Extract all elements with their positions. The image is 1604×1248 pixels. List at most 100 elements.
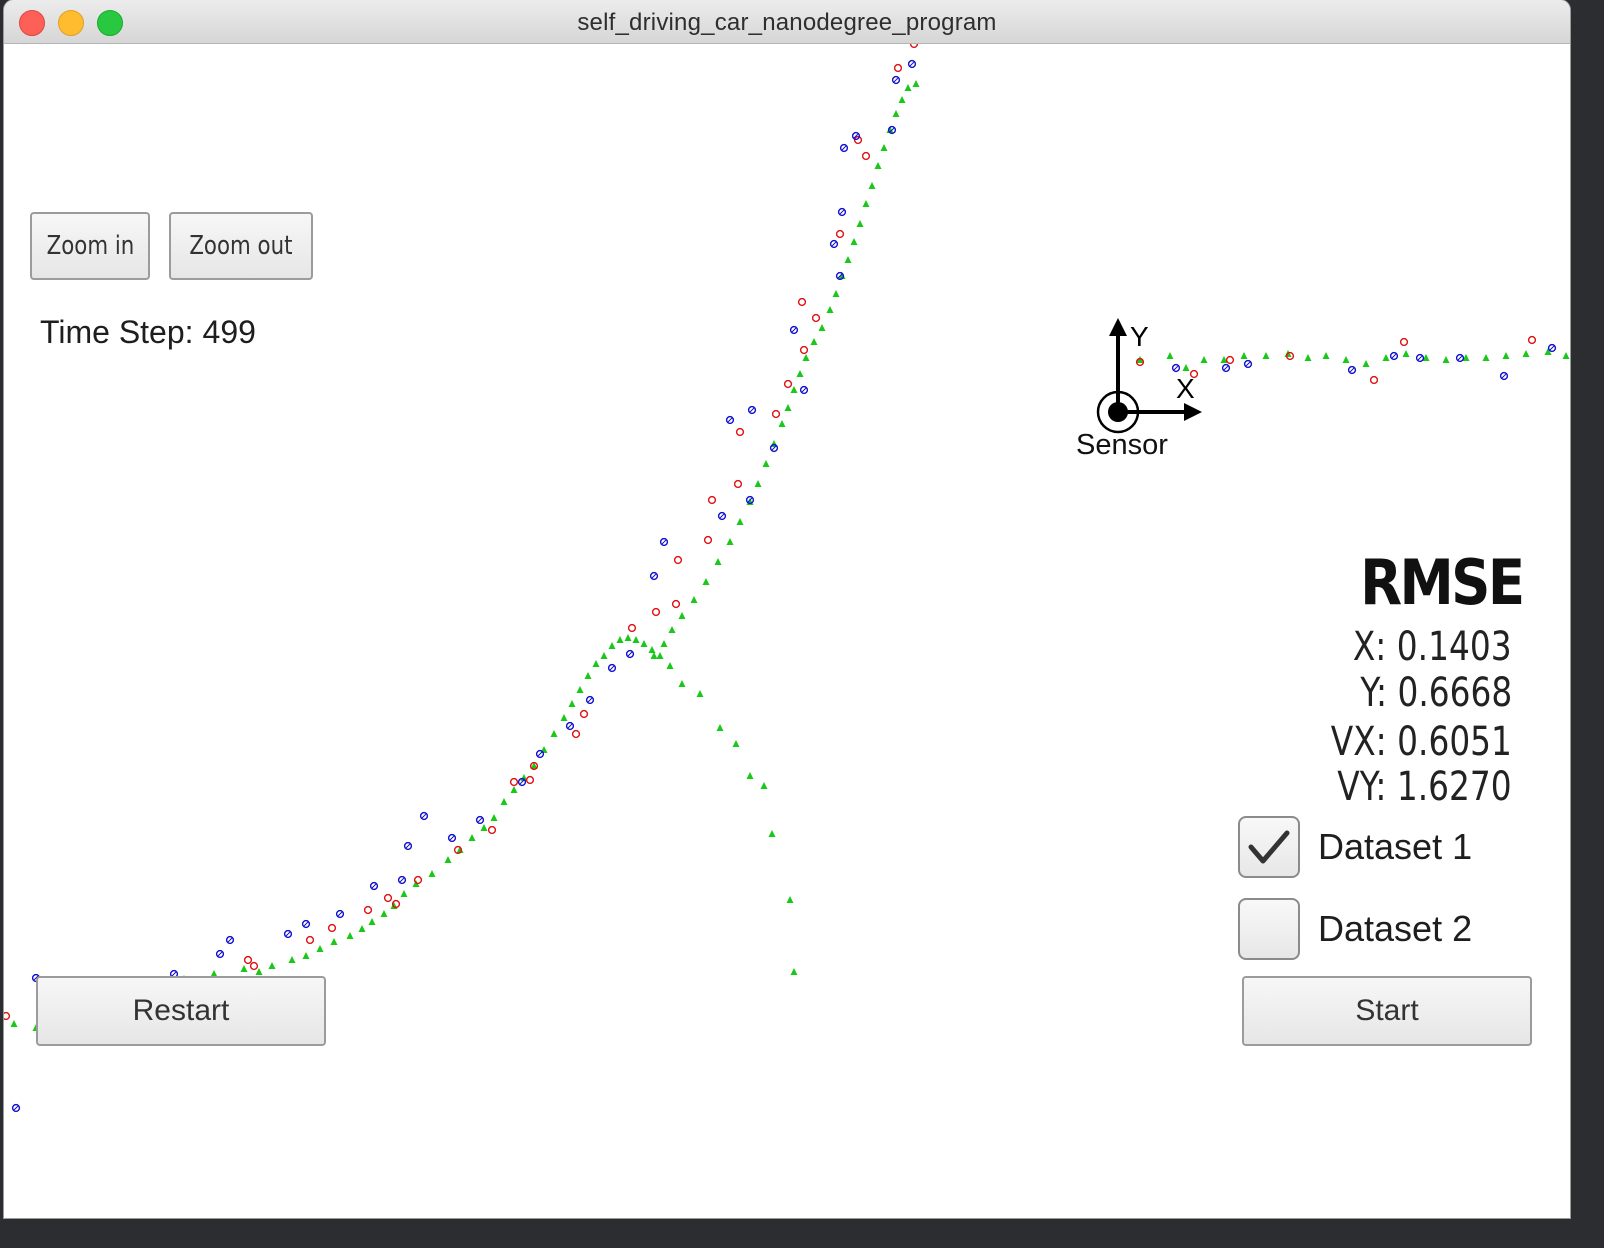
lidar-marker (783, 379, 793, 389)
ground-truth-marker (592, 660, 600, 667)
dataset-1-label: Dataset 1 (1318, 826, 1473, 867)
radar-marker-tick (727, 417, 733, 423)
ground-truth-marker (892, 110, 900, 117)
ground-truth-marker (330, 938, 338, 945)
ground-truth-marker (444, 856, 452, 863)
restart-label: Restart (132, 994, 230, 1027)
ground-truth-marker (1322, 352, 1330, 359)
ground-truth-marker (868, 182, 876, 189)
ground-truth-marker (736, 518, 744, 525)
checkmark-icon (1248, 830, 1290, 864)
rmse-vx: VX: 0.6051 (1330, 719, 1512, 765)
radar-marker-tick (749, 407, 755, 413)
radar-marker-tick (449, 835, 455, 841)
radar-marker-tick (841, 145, 847, 151)
radar-marker-tick (1223, 365, 1229, 371)
lidar-marker (579, 709, 589, 719)
ground-truth-marker (746, 772, 754, 779)
start-button[interactable]: Start (1242, 976, 1532, 1046)
zoom-out-button[interactable]: Zoom out (169, 212, 313, 280)
window-title: self_driving_car_nanodegree_program (577, 9, 997, 36)
dataset-2-option[interactable]: Dataset 2 (1238, 898, 1472, 960)
lidar-marker (413, 875, 423, 885)
lidar-marker (703, 535, 713, 545)
lidar-marker (733, 479, 743, 489)
sensor-dot-icon (1108, 402, 1128, 422)
ground-truth-marker (862, 200, 870, 207)
ground-truth-marker (778, 420, 786, 427)
ground-truth-marker (1342, 356, 1350, 363)
dataset-1-checkbox[interactable] (1238, 816, 1300, 878)
lidar-marker (525, 775, 535, 785)
ground-truth-marker (702, 578, 710, 585)
rmse-title: RMSE (1359, 546, 1525, 619)
ground-truth-marker (826, 306, 834, 313)
sensor-y-arrow-icon (1109, 318, 1127, 336)
ground-truth-marker (500, 798, 508, 805)
lidar-marker (627, 623, 637, 633)
ground-truth-marker (762, 460, 770, 467)
ground-truth-marker (1402, 350, 1410, 357)
ground-truth-marker (648, 646, 656, 653)
lidar-marker (509, 777, 519, 787)
radar-marker-tick (217, 951, 223, 957)
dataset-2-checkbox[interactable] (1238, 898, 1300, 960)
ground-truth-marker (666, 662, 674, 669)
ground-truth-marker (714, 558, 722, 565)
ground-truth-marker (690, 596, 698, 603)
ground-truth-marker (880, 144, 888, 151)
radar-marker-tick (285, 931, 291, 937)
radar-marker-tick (801, 387, 807, 393)
ground-truth-marker (1362, 360, 1370, 367)
time-step-value: 499 (202, 314, 256, 350)
radar-marker-tick (537, 751, 543, 757)
lidar-marker (799, 345, 809, 355)
ground-truth-marker (898, 96, 906, 103)
restart-button[interactable]: Restart (36, 976, 326, 1046)
ground-truth-marker (1200, 356, 1208, 363)
lidar-marker (735, 427, 745, 437)
ground-truth-marker (400, 890, 408, 897)
ground-truth-marker (760, 782, 768, 789)
ground-truth-marker (600, 652, 608, 659)
ground-truth-marker (1522, 350, 1530, 357)
ground-truth-marker (796, 370, 804, 377)
radar-marker-tick (13, 1105, 19, 1111)
time-step-readout: Time Step: 499 (40, 314, 256, 351)
rmse-x: X: 0.1403 (1353, 624, 1512, 670)
ground-truth-marker (668, 626, 676, 633)
time-step-label: Time Step: (40, 314, 194, 350)
radar-marker-tick (567, 723, 573, 729)
lidar-marker (249, 961, 259, 971)
ground-truth-marker (560, 714, 568, 721)
lidar-marker (1527, 335, 1537, 345)
ground-truth-marker (790, 968, 798, 975)
title-bar: self_driving_car_nanodegree_program (4, 0, 1570, 44)
ground-truth-marker (1482, 354, 1490, 361)
lidar-marker (893, 63, 903, 73)
ground-truth-marker (802, 354, 810, 361)
dataset-1-option[interactable]: Dataset 1 (1238, 816, 1472, 878)
radar-marker-tick (1457, 355, 1463, 361)
lidar-marker (305, 935, 315, 945)
start-label: Start (1355, 994, 1419, 1027)
ground-truth-marker (1304, 354, 1312, 361)
ground-truth-marker (640, 640, 648, 647)
sensor-x-label: X (1176, 373, 1195, 404)
lidar-marker (1369, 375, 1379, 385)
ground-truth-marker (768, 830, 776, 837)
radar-marker-tick (1245, 361, 1251, 367)
zoom-in-button[interactable]: Zoom in (30, 212, 150, 280)
ground-truth-marker (904, 84, 912, 91)
ground-truth-marker (428, 870, 436, 877)
ground-truth-marker (850, 238, 858, 245)
sensor-label: Sensor (1076, 429, 1168, 461)
radar-marker-tick (421, 813, 427, 819)
ground-truth-marker (510, 786, 518, 793)
simulator-canvas[interactable]: YX Zoom in Zoom out Time Step: 499 Sensor… (4, 44, 1570, 1218)
ground-truth-marker (480, 824, 488, 831)
ground-truth-marker (1562, 352, 1570, 359)
ground-truth-marker (856, 220, 864, 227)
ground-truth-marker (1262, 352, 1270, 359)
radar-marker-tick (1417, 355, 1423, 361)
